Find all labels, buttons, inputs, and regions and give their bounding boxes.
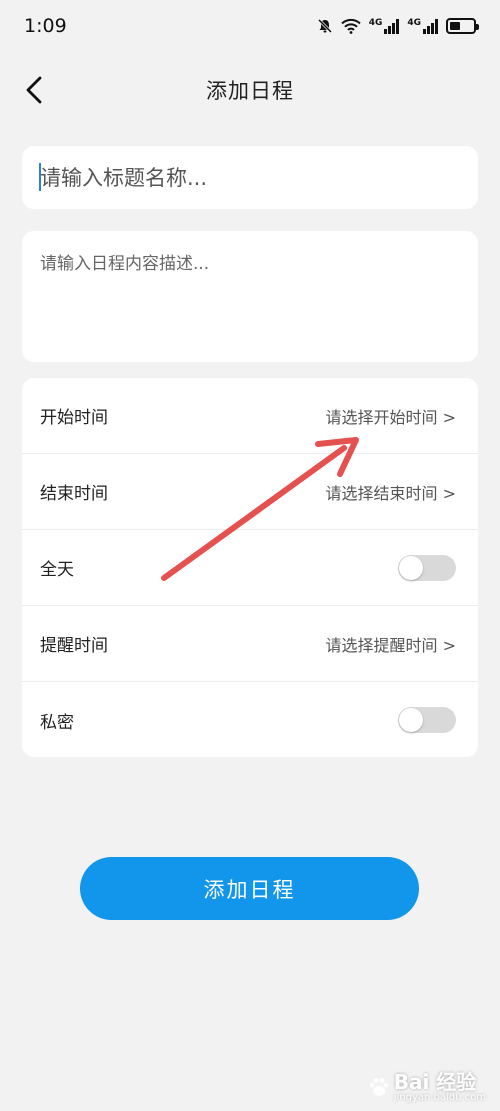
title-card	[22, 146, 478, 209]
nav-bar: 添加日程	[0, 62, 500, 118]
start-time-label: 开始时间	[40, 408, 108, 428]
status-icons: 4G 4G	[317, 18, 479, 34]
text-cursor	[39, 163, 41, 191]
reminder-label: 提醒时间	[40, 636, 108, 656]
wifi-icon	[340, 18, 361, 34]
status-bar: 1:09 4G 4G	[0, 0, 500, 52]
settings-card: 开始时间 请选择开始时间 > 结束时间 请选择结束时间 > 全天 提醒时间 请选…	[22, 378, 478, 757]
private-label: 私密	[40, 712, 74, 733]
battery-fill	[450, 22, 460, 30]
all-day-toggle[interactable]	[398, 554, 456, 581]
end-time-label: 结束时间	[40, 484, 108, 504]
reminder-value[interactable]: 请选择提醒时间 >	[326, 632, 457, 656]
watermark-brand: Bai 经验	[393, 1069, 477, 1094]
back-button[interactable]	[14, 70, 54, 110]
start-time-row[interactable]: 开始时间 请选择开始时间 >	[22, 378, 478, 454]
paw-icon	[369, 1078, 389, 1097]
reminder-row[interactable]: 提醒时间 请选择提醒时间 >	[22, 606, 478, 682]
all-day-label: 全天	[40, 560, 74, 580]
private-row: 私密	[22, 682, 478, 757]
description-card	[22, 231, 478, 362]
add-schedule-button[interactable]: 添加日程	[80, 857, 419, 920]
private-toggle[interactable]	[398, 707, 456, 733]
cell-signal-icon: 4G	[407, 18, 438, 34]
network-type-label: 4G	[368, 18, 383, 28]
network-type-label: 4G	[407, 18, 421, 28]
watermark-logo: Bai 经验 jingyan.baidu.com	[368, 1069, 486, 1104]
mute-bell-icon	[317, 18, 332, 34]
all-day-row: 全天	[22, 530, 478, 606]
battery-icon	[446, 18, 479, 34]
toggle-knob	[399, 555, 423, 580]
end-time-value[interactable]: 请选择结束时间 >	[326, 480, 457, 504]
watermark-url: jingyan.baidu.com	[393, 1091, 486, 1103]
start-time-value[interactable]: 请选择开始时间 >	[326, 404, 457, 428]
status-time: 1:09	[24, 15, 67, 37]
chevron-left-icon	[26, 76, 42, 104]
toggle-knob	[399, 708, 423, 732]
cell-signal-icon: 4G	[369, 18, 400, 34]
description-input[interactable]	[22, 231, 478, 362]
end-time-row[interactable]: 结束时间 请选择结束时间 >	[22, 454, 478, 530]
page-title: 添加日程	[206, 79, 294, 103]
title-input[interactable]	[22, 146, 478, 209]
